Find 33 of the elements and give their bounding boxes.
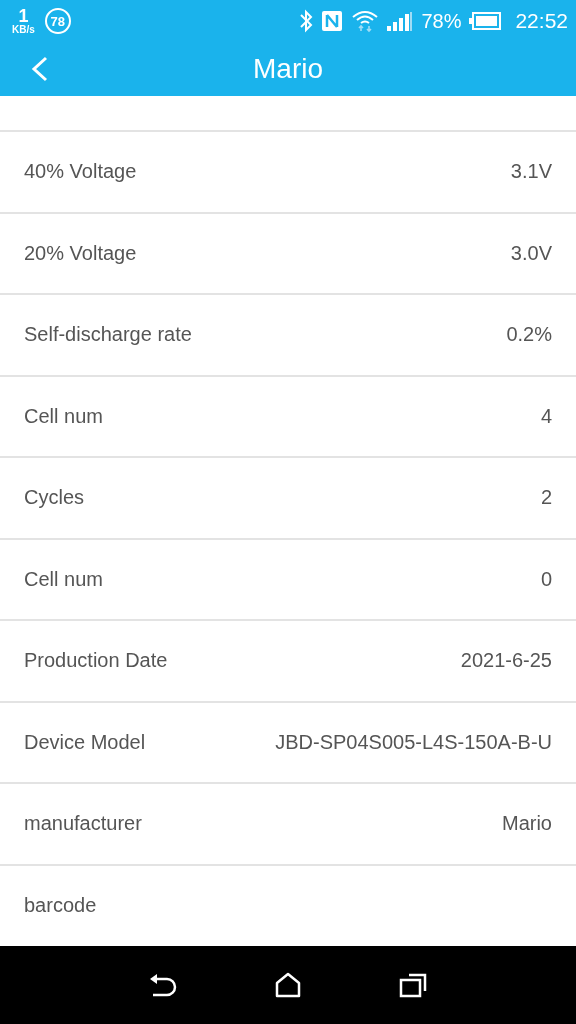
page-title: Mario	[253, 53, 323, 85]
battery-icon	[469, 12, 502, 30]
row-value: 3.0V	[510, 241, 552, 265]
row-value: Mario	[502, 812, 552, 836]
bluetooth-icon	[299, 9, 314, 33]
home-icon[interactable]	[275, 972, 301, 998]
row-value: 0	[540, 567, 552, 591]
notification-badge: 78	[44, 8, 71, 34]
row-label: barcode	[24, 893, 97, 917]
row-label: 40% Voltage	[24, 160, 137, 184]
row-value: 2021-6-25	[460, 649, 552, 673]
row-label: Cycles	[24, 486, 84, 510]
row-value: 2	[540, 486, 552, 510]
signal-icon	[387, 11, 414, 31]
row-label: Device Model	[24, 730, 146, 754]
nfc-icon	[321, 10, 344, 32]
row-value: 3.1V	[510, 160, 552, 184]
recent-apps-icon[interactable]	[399, 972, 427, 998]
row-value: 4	[540, 404, 552, 428]
network-speed-unit: KB/s	[12, 25, 35, 35]
row-label: Cell num	[24, 404, 103, 428]
battery-percent: 78%	[421, 9, 462, 33]
row-label: manufacturer	[24, 812, 142, 836]
row-label: 20% Voltage	[24, 241, 137, 265]
network-speed: 1	[18, 7, 29, 25]
clock: 22:52	[515, 9, 568, 33]
row-value: 0.2%	[506, 323, 552, 347]
row-value: JBD-SP04S005-L4S-150A-B-U	[275, 730, 552, 754]
row-label: Cell num	[24, 567, 103, 591]
back-icon[interactable]	[149, 972, 177, 998]
wifi-icon	[351, 9, 380, 33]
row-label: Production Date	[24, 649, 168, 673]
row-label: Self-discharge rate	[24, 323, 192, 347]
